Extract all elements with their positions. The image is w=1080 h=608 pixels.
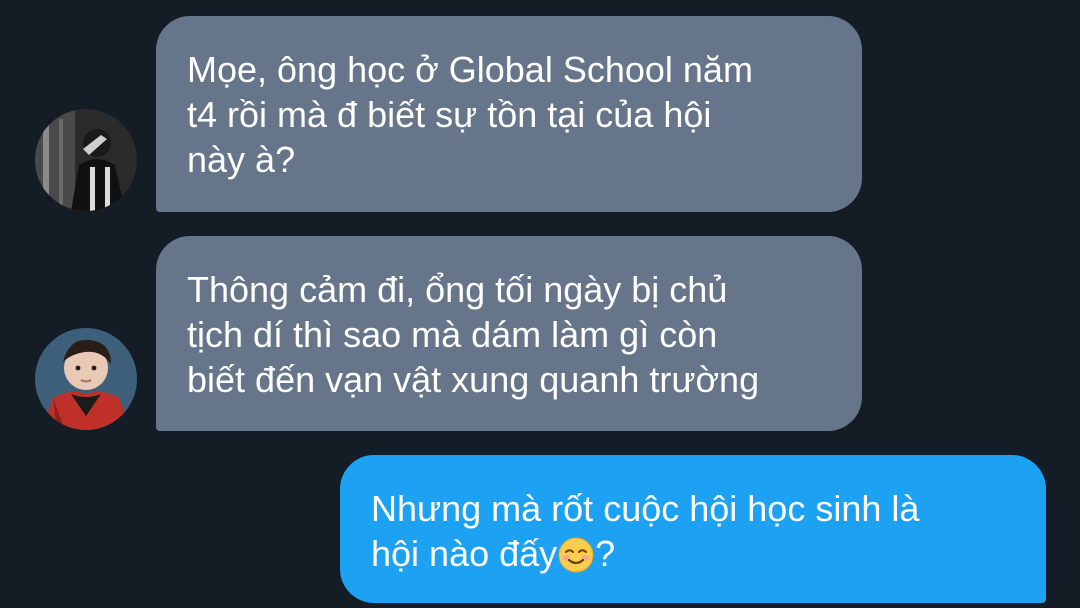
message-text-line: tịch dí thì sao mà dám làm gì còn — [187, 314, 718, 355]
message-text-segment: hội nào đấy — [371, 533, 558, 574]
chat-thread: Mọe, ông học ở Global School năm t4 rồi … — [0, 0, 1080, 608]
smiling-face-emoji-icon — [558, 537, 594, 573]
message-text-line: biết đến vạn vật xung quanh trường — [187, 359, 760, 400]
message-text-line: Thông cảm đi, ổng tối ngày bị chủ — [187, 269, 728, 310]
message-text-line: Nhưng mà rốt cuộc hội học sinh là — [371, 488, 920, 529]
avatar-photo-icon — [35, 328, 137, 430]
avatar-photo-icon — [35, 109, 137, 211]
sender-avatar-red-jacket[interactable] — [35, 328, 137, 430]
message-bubble-incoming[interactable]: Thông cảm đi, ổng tối ngày bị chủ tịch d… — [156, 236, 862, 431]
message-bubble-outgoing[interactable]: Nhưng mà rốt cuộc hội học sinh là hội nà… — [340, 455, 1046, 603]
message-text-line: t4 rồi mà đ biết sự tồn tại của hội — [187, 94, 712, 135]
message-text-line: hội nào đấy ? — [371, 531, 1016, 576]
message-text-segment: ? — [595, 533, 616, 574]
message-text-line: này à? — [187, 139, 296, 180]
message-bubble-incoming[interactable]: Mọe, ông học ở Global School năm t4 rồi … — [156, 16, 862, 212]
sender-avatar-dark[interactable] — [35, 109, 137, 211]
message-text-line: Mọe, ông học ở Global School năm — [187, 49, 753, 90]
